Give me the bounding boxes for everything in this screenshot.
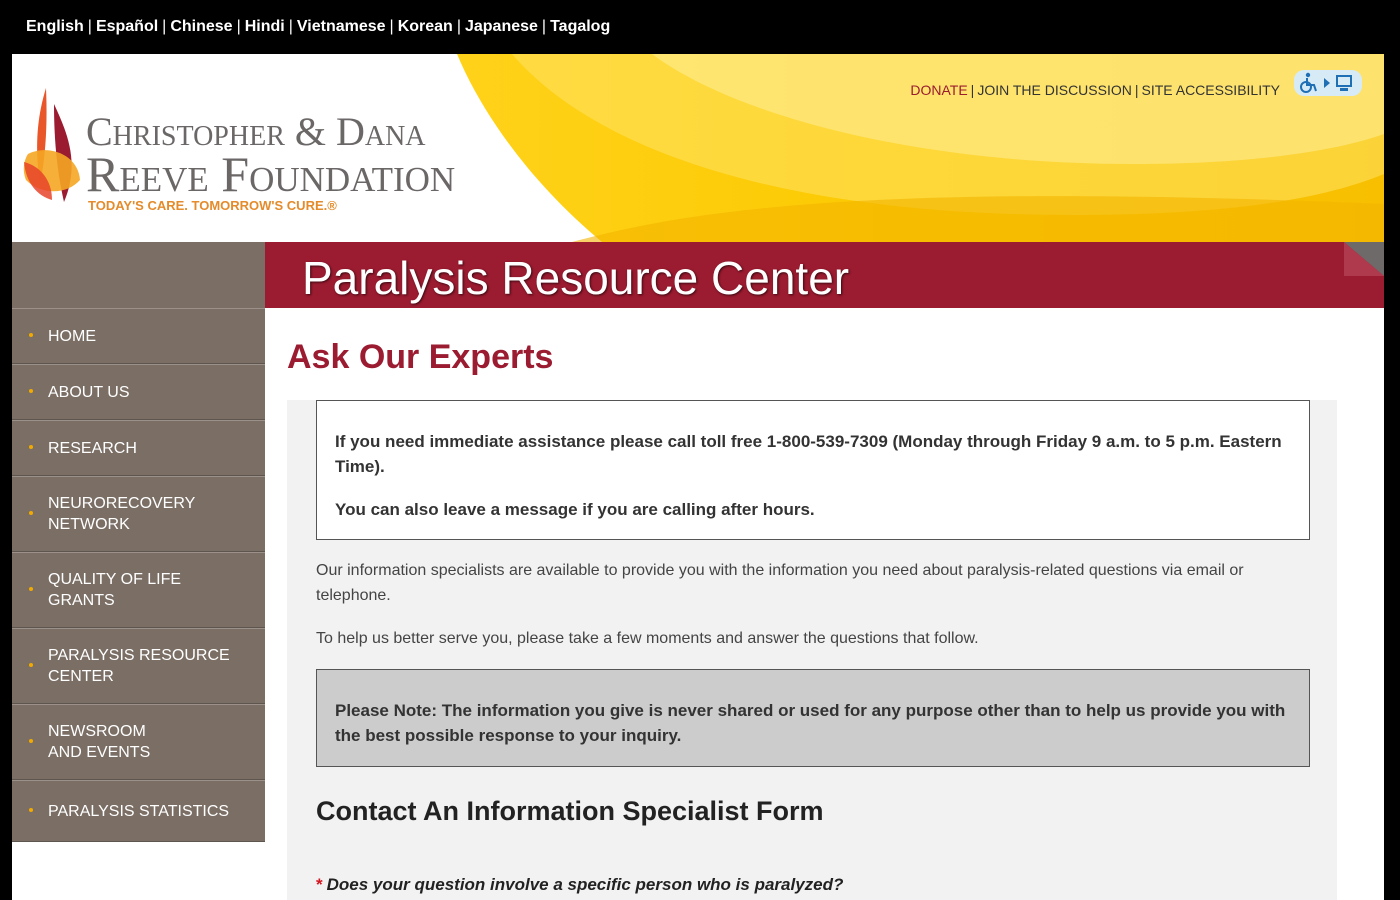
bullet-icon bbox=[29, 389, 33, 393]
nav-item-neurorecovery-network[interactable]: NEURORECOVERY NETWORK bbox=[12, 476, 265, 552]
nav-label: NEURORECOVERY NETWORK bbox=[48, 495, 196, 533]
assistance-box: If you need immediate assistance please … bbox=[316, 400, 1310, 540]
banner-title: Paralysis Resource Center bbox=[302, 252, 850, 304]
page-title: Ask Our Experts bbox=[287, 338, 554, 376]
site-accessibility-link[interactable]: SITE ACCESSIBILITY bbox=[1142, 82, 1281, 98]
main-content: Ask Our Experts If you need immediate as… bbox=[265, 308, 1384, 900]
nav-label: PARALYSIS STATISTICS bbox=[48, 802, 230, 820]
bullet-icon bbox=[29, 587, 33, 591]
nav-item-paralysis-statistics[interactable]: PARALYSIS STATISTICS bbox=[12, 780, 265, 842]
nav-label: NEWSROOM AND EVENTS bbox=[48, 723, 151, 761]
intro-text: Our information specialists are availabl… bbox=[316, 558, 1310, 651]
bullet-icon bbox=[29, 511, 33, 515]
language-links: English | Español | Chinese | Hindi | Vietnamese… bbox=[26, 18, 611, 35]
assistance-text: If you need immediate assistance please … bbox=[335, 432, 1282, 476]
page-curl-corner-icon bbox=[1344, 242, 1384, 276]
nav-item-research[interactable]: RESEARCH bbox=[12, 420, 265, 476]
nav-label: HOME bbox=[48, 327, 96, 345]
lang-espanol[interactable]: Español bbox=[96, 18, 158, 35]
lang-hindi[interactable]: Hindi bbox=[245, 18, 285, 35]
bullet-icon bbox=[29, 333, 33, 337]
lang-chinese[interactable]: Chinese bbox=[170, 18, 232, 35]
nav-item-home[interactable]: HOME bbox=[12, 308, 265, 364]
site-header: Christopher & Dana Reeve Foundation TODA… bbox=[12, 54, 1384, 242]
sidebar-nav: HOME ABOUT US RESEARCH NEURORECOVERY NETW… bbox=[12, 308, 265, 842]
intro-paragraph-1: Our information specialists are availabl… bbox=[316, 562, 1244, 604]
bullet-icon bbox=[29, 739, 33, 743]
nav-label: ABOUT US bbox=[48, 383, 130, 401]
bullet-icon bbox=[29, 445, 33, 449]
donate-link[interactable]: DONATE bbox=[910, 82, 967, 98]
join-discussion-link[interactable]: JOIN THE DISCUSSION bbox=[977, 82, 1132, 98]
privacy-note-text: Please Note: The information you give is… bbox=[335, 701, 1286, 745]
language-bar: English | Español | Chinese | Hindi | Vietnamese… bbox=[0, 0, 1400, 54]
privacy-note-box: Please Note: The information you give is… bbox=[316, 669, 1310, 767]
page: Christopher & Dana Reeve Foundation TODA… bbox=[12, 54, 1384, 900]
after-hours-text: You can also leave a message if you are … bbox=[335, 500, 815, 519]
form-title: Contact An Information Specialist Form bbox=[316, 796, 824, 826]
nav-label: PARALYSIS RESOURCE CENTER bbox=[48, 647, 230, 685]
bullet-icon bbox=[29, 808, 33, 812]
nav-item-paralysis-resource-center[interactable]: PARALYSIS RESOURCE CENTER bbox=[12, 628, 265, 704]
content-panel: If you need immediate assistance please … bbox=[287, 400, 1337, 900]
nav-item-newsroom-and-events[interactable]: NEWSROOM AND EVENTS bbox=[12, 704, 265, 780]
utility-links: DONATE | JOIN THE DISCUSSION | SITE ACCESSIB… bbox=[910, 82, 1280, 98]
lang-tagalog[interactable]: Tagalog bbox=[550, 18, 610, 35]
nav-label: QUALITY OF LIFE GRANTS bbox=[48, 571, 182, 609]
section-banner: Paralysis Resource Center bbox=[12, 242, 1384, 308]
form-question-1: * Does your question involve a specific p… bbox=[316, 875, 843, 895]
nav-item-about-us[interactable]: ABOUT US bbox=[12, 364, 265, 420]
lang-korean[interactable]: Korean bbox=[398, 18, 453, 35]
banner-nav-cap bbox=[12, 242, 265, 308]
question-label: Does your question involve a specific pe… bbox=[326, 875, 844, 894]
foundation-flame-logo-icon bbox=[23, 88, 80, 202]
required-marker: * bbox=[316, 875, 323, 894]
lang-english[interactable]: English bbox=[26, 18, 84, 35]
nav-label: RESEARCH bbox=[48, 439, 137, 457]
foundation-logo-text[interactable]: Christopher & Dana Reeve Foundation TODA… bbox=[86, 112, 456, 214]
logo-line-2: Reeve Foundation bbox=[86, 146, 456, 202]
accessibility-icons[interactable] bbox=[1294, 70, 1362, 96]
bullet-icon bbox=[29, 663, 33, 667]
lang-japanese[interactable]: Japanese bbox=[465, 18, 538, 35]
lang-vietnamese[interactable]: Vietnamese bbox=[297, 18, 386, 35]
intro-paragraph-2: To help us better serve you, please take… bbox=[316, 630, 979, 647]
nav-item-quality-of-life-grants[interactable]: QUALITY OF LIFE GRANTS bbox=[12, 552, 265, 628]
